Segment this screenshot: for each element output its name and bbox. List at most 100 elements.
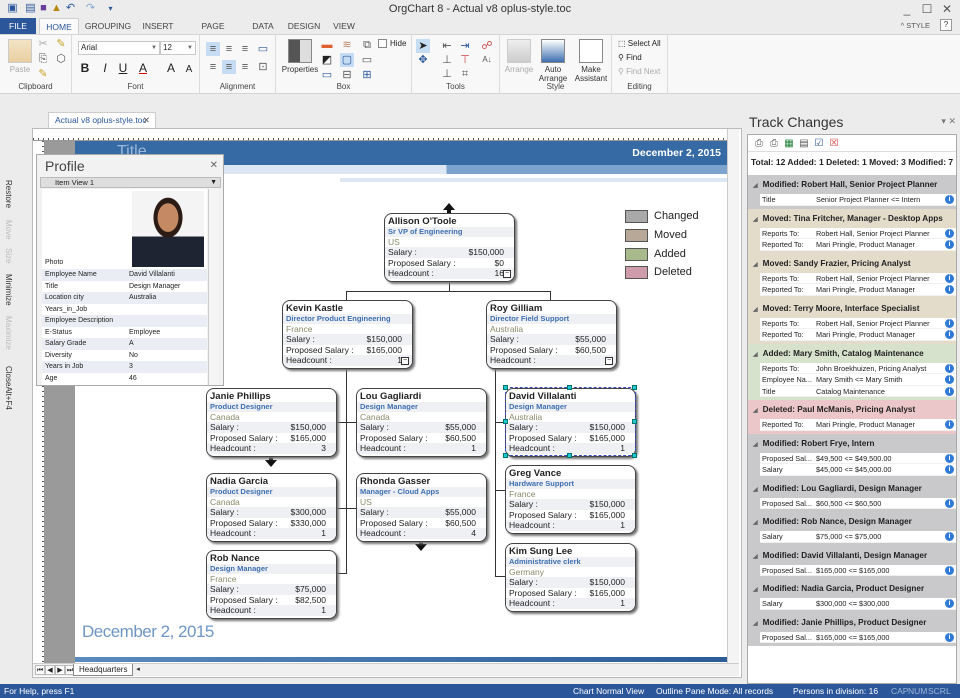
style-toggle[interactable]: ^ STYLE (901, 21, 930, 30)
info-icon[interactable]: i (945, 632, 954, 642)
profile-field-row[interactable]: Employee Description (42, 315, 207, 327)
close-icon[interactable]: ✕ (210, 160, 218, 171)
resize-handle[interactable] (632, 453, 637, 458)
reject-icon[interactable]: ☒ (827, 137, 841, 151)
menu-restore[interactable]: Restore (4, 180, 13, 208)
align-left-middle-icon[interactable]: ≡ (206, 60, 220, 74)
profile-field-row[interactable]: Salary Grade A (42, 338, 207, 350)
copy-icon[interactable]: ⎘ (36, 52, 50, 66)
resize-handle[interactable] (632, 385, 637, 390)
line-style-icon[interactable]: ≋ (340, 38, 354, 52)
expand-triangle-icon[interactable]: ◢ (753, 621, 758, 627)
change-group-header[interactable]: ◢ Added: Mary Smith, Catalog Maintenance (748, 344, 956, 363)
resize-handle[interactable] (567, 453, 572, 458)
expand-triangle-icon[interactable]: ◢ (753, 554, 758, 560)
auto-arrange-button[interactable]: Auto Arrange (536, 39, 570, 83)
info-icon[interactable]: i (945, 228, 954, 238)
paste-button[interactable]: Paste (6, 39, 34, 74)
change-group-header[interactable]: ◢ Modified: Robert Hall, Senior Project P… (748, 175, 956, 194)
info-icon[interactable]: i (945, 363, 954, 373)
align-center-top-icon[interactable]: ≡ (222, 42, 236, 56)
change-detail-row[interactable]: Reported To: Mari Pringle, Product Manage… (760, 284, 956, 296)
profile-field-row[interactable]: E-Status Employee (42, 327, 207, 339)
info-icon[interactable]: i (945, 420, 954, 429)
menu-close[interactable]: CloseAlt+F4 (4, 366, 13, 410)
change-group-header[interactable]: ◢ Moved: Sandy Frazier, Pricing Analyst (748, 254, 956, 273)
profile-field-row[interactable]: Diversity No (42, 350, 207, 362)
collapse-icon[interactable]: − (401, 357, 409, 365)
change-detail-row[interactable]: Salary $75,000 <= $75,000 i (760, 531, 956, 543)
change-group-header[interactable]: ◢ Moved: Tina Fritcher, Manager - Desktop… (748, 209, 956, 228)
info-icon[interactable]: i (945, 532, 954, 541)
org-box[interactable]: Kim Sung Lee Administrative clerk German… (505, 543, 636, 612)
change-detail-row[interactable]: Salary $300,000 <= $300,000 i (760, 598, 956, 610)
expand-triangle-icon[interactable]: ◢ (753, 262, 758, 268)
info-icon[interactable]: i (945, 273, 954, 283)
change-group-header[interactable]: ◢ Modified: Lou Gagliardi, Design Manager (748, 479, 956, 498)
change-detail-row[interactable]: Reports To: Robert Hall, Senior Project P… (760, 272, 956, 284)
change-group-header[interactable]: ◢ Deleted: Paul McManis, Pricing Analyst (748, 400, 956, 419)
profile-field-row[interactable]: Title Design Manager (42, 281, 207, 293)
shrink-font-button[interactable]: A (182, 63, 196, 77)
insert-left-icon[interactable]: ⇤ (440, 39, 454, 53)
expand-triangle-icon[interactable]: ◢ (753, 217, 758, 223)
pin-icon[interactable]: ▾ (941, 116, 946, 126)
change-group-header[interactable]: ◢ Modified: Nadia Garcia, Product Designe… (748, 579, 956, 598)
help-button[interactable]: ? (940, 19, 952, 31)
close-icon[interactable]: ✕ (948, 116, 956, 126)
find-button[interactable]: ⚲ Find (618, 52, 642, 64)
info-icon[interactable]: i (945, 498, 954, 508)
tab-page-layout[interactable]: PAGE LAYOUT (184, 18, 242, 47)
resize-handle[interactable] (503, 419, 508, 424)
profile-field-row[interactable]: Age 46 (42, 373, 207, 385)
box-border-icon[interactable]: ▭ (360, 53, 374, 67)
info-icon[interactable]: i (945, 375, 954, 384)
tab-grouping[interactable]: GROUPING (82, 18, 134, 34)
font-name-select[interactable]: Arial ▼ (78, 41, 160, 55)
change-detail-row[interactable]: Reported To: Mari Pringle, Product Manage… (760, 239, 956, 251)
pointer-tool-icon[interactable]: ➤ (416, 39, 430, 53)
tab-home[interactable]: HOME (39, 18, 79, 34)
change-group-header[interactable]: ◢ Modified: Janie Phillips, Product Desig… (748, 613, 956, 632)
shadow-icon[interactable]: ◩ (320, 53, 334, 67)
change-detail-row[interactable]: Proposed Sal... $165,000 <= $165,000 i (760, 631, 956, 643)
text-box-icon[interactable]: ▭ (256, 42, 270, 56)
scroll-left-icon[interactable]: ◂ (133, 665, 143, 675)
item-view-select[interactable]: Item View 1 ▼ (40, 177, 221, 188)
coworker-icon[interactable]: ⊤ (458, 53, 472, 67)
profile-field-row[interactable]: Years in Job 3 (42, 361, 207, 373)
sheet-tab-headquarters[interactable]: Headquarters (73, 664, 134, 676)
rounded-box-icon[interactable]: ▢ (340, 53, 354, 67)
expand-triangle-icon[interactable]: ◢ (753, 408, 758, 414)
info-icon[interactable]: i (945, 330, 954, 339)
expand-triangle-icon[interactable]: ◢ (753, 587, 758, 593)
org-box[interactable]: Allison O'Toole Sr VP of Engineering US … (384, 213, 515, 282)
change-detail-row[interactable]: Title Senior Project Planner <= Intern i (760, 194, 956, 206)
collapse-down-arrow-icon[interactable] (265, 460, 277, 467)
properties-button[interactable]: Properties (280, 39, 320, 74)
resize-handle[interactable] (567, 385, 572, 390)
tab-file[interactable]: FILE (0, 18, 36, 34)
expand-triangle-icon[interactable]: ◢ (753, 183, 758, 189)
info-icon[interactable]: i (945, 599, 954, 608)
align-left-top-icon[interactable]: ≡ (206, 42, 220, 56)
copy-style-icon[interactable]: ⬡ (54, 52, 68, 66)
print-preview-icon[interactable]: ⎙ (767, 137, 781, 151)
expand-triangle-icon[interactable]: ◢ (753, 307, 758, 313)
org-box[interactable]: Greg Vance Hardware Support France Salar… (505, 465, 636, 534)
document-tab[interactable]: Actual v8 oplus-style.toc ✕ (48, 112, 156, 128)
profile-field-row[interactable]: Employee Name David Villalanti (42, 269, 207, 281)
expand-triangle-icon[interactable]: ◢ (753, 487, 758, 493)
pan-tool-icon[interactable]: ✥ (416, 53, 430, 67)
expand-triangle-icon[interactable]: ◢ (753, 442, 758, 448)
change-detail-row[interactable]: Proposed Sal... $60,500 <= $60,500 i (760, 497, 956, 509)
change-detail-row[interactable]: Reported To: Mari Pringle, Product Manage… (760, 329, 956, 341)
text-options-icon[interactable]: ⊡ (256, 60, 270, 74)
change-detail-row[interactable]: Title Catalog Maintenance i (760, 385, 956, 397)
font-color-button[interactable]: A (136, 61, 150, 75)
document-icon[interactable]: ▤ (797, 137, 811, 151)
change-detail-row[interactable]: Proposed Sal... $165,000 <= $165,000 i (760, 564, 956, 576)
print-icon[interactable]: ⎙ (752, 137, 766, 151)
make-assistant-button[interactable]: Make Assistant (572, 39, 610, 83)
org-box[interactable]: Rhonda Gasser Manager - Cloud Apps US Sa… (356, 473, 487, 542)
